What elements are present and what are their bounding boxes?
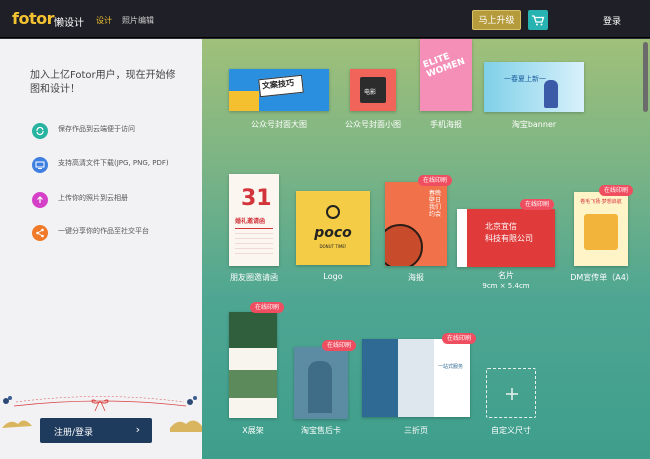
fotor-logo[interactable]: fotor [12, 9, 54, 28]
thumb-number: 31 [241, 186, 272, 211]
share-icon [32, 225, 48, 241]
login-link[interactable]: 登录 [603, 14, 621, 27]
template-thumb-taobao-banner[interactable]: 一春夏上新一 [484, 62, 584, 112]
feature-share: 一键分享你的作品至社交平台 [32, 223, 197, 243]
template-thumb-moments-invitation[interactable]: 31 婚礼邀请函 [229, 174, 279, 266]
thumb-title: 婚礼邀请函 [235, 218, 266, 225]
feature-hd-download: 支持高清文件下载(JPG, PNG, PDF) [32, 155, 197, 175]
template-thumb-dm-flyer[interactable]: 卷毛飞扬·梦想启航 [574, 192, 628, 266]
template-thumb-mobile-poster[interactable]: ELITE WOMEN [420, 39, 472, 111]
plus-icon [506, 388, 518, 400]
logo-subtitle: 懒设计 [54, 18, 84, 29]
feature-text: 保存作品到云端便于访问 [58, 125, 135, 133]
template-thumb-business-card[interactable]: 北京宜信 科技有限公司 [457, 209, 555, 267]
thumb-title: 一站式服务 [438, 364, 464, 370]
feature-text: 支持高清文件下载(JPG, PNG, PDF) [58, 159, 169, 167]
template-label[interactable]: 淘宝banner [484, 119, 584, 130]
template-label[interactable]: 手机海报 [420, 119, 472, 130]
feature-upload: 上传你的照片到云相册 [32, 190, 197, 210]
print-badge: 在线印刷 [442, 333, 477, 344]
template-label[interactable]: 名片 [457, 270, 555, 281]
template-thumb-wechat-cover-small[interactable]: 电影 [350, 69, 396, 111]
template-label[interactable]: 自定义尺寸 [478, 425, 544, 436]
thumb-title: 北京宜信 [485, 222, 517, 231]
template-thumb-x-banner[interactable] [229, 312, 277, 418]
thumb-subtitle: 科技有限公司 [485, 234, 533, 243]
scrollbar[interactable] [643, 42, 648, 112]
feature-cloud-save: 保存作品到云端便于访问 [32, 121, 197, 141]
signup-panel: 加入上亿Fotor用户，现在开始修图和设计！ 保存作品到云端便于访问 支持高清文… [0, 39, 202, 459]
template-label[interactable]: 公众号封面大图 [229, 119, 329, 130]
cloud-sync-icon [32, 123, 48, 139]
template-gallery: 文案技巧 公众号封面大图 电影 公众号封面小图 ELITE WOMEN 手机海报… [202, 39, 650, 459]
promo-text: 加入上亿Fotor用户，现在开始修图和设计！ [30, 70, 176, 95]
template-thumb-trifold[interactable]: 一站式服务 [362, 339, 470, 417]
custom-size-tile[interactable] [486, 368, 536, 418]
template-label[interactable]: X展架 [229, 425, 277, 436]
print-badge: 在线印刷 [250, 302, 285, 313]
cart-icon [532, 15, 545, 26]
feature-text: 上传你的照片到云相册 [58, 194, 128, 202]
thumb-figure [544, 80, 558, 108]
thumb-tagline: DONUT TIME! [319, 244, 347, 249]
thumb-title: 春晚壁日我们约会 [429, 190, 442, 218]
thumb-title: 电影 [364, 89, 377, 96]
template-thumb-taobao-after-sale-card[interactable] [294, 347, 348, 419]
register-login-label: 注册/登录 [54, 428, 94, 438]
chevron-right-icon: › [135, 423, 140, 436]
template-label[interactable]: 三折页 [362, 425, 470, 436]
template-label[interactable]: 朋友圈邀请函 [220, 272, 288, 283]
nav-design[interactable]: 设计 [96, 15, 112, 26]
upload-arrow-icon [32, 192, 48, 208]
print-badge: 在线印刷 [520, 199, 555, 210]
print-badge: 在线印刷 [322, 340, 357, 351]
thumb-wordmark: poco [314, 225, 352, 241]
template-label[interactable]: Logo [296, 272, 370, 281]
template-size-label: 9cm × 5.4cm [482, 282, 530, 290]
template-label[interactable]: DM宣传单（A4） [560, 272, 644, 283]
thumb-title: ELITE WOMEN [421, 51, 467, 80]
upgrade-button[interactable]: 马上升级 [472, 10, 521, 30]
template-label[interactable]: 淘宝售后卡 [288, 425, 354, 436]
donut-icon [326, 205, 340, 219]
basketball-icon [385, 224, 423, 266]
monitor-download-icon [32, 157, 48, 173]
template-thumb-wechat-cover-large[interactable]: 文案技巧 [229, 69, 329, 111]
template-thumb-poster[interactable]: 春晚壁日我们约会 [385, 182, 447, 266]
thumb-title: 一春夏上新一 [504, 75, 546, 83]
template-thumb-logo[interactable]: poco DONUT TIME! [296, 191, 370, 265]
template-label[interactable]: 海报 [385, 272, 447, 283]
cart-button[interactable] [528, 10, 548, 30]
register-login-button[interactable]: 注册/登录 › [40, 418, 152, 443]
print-badge: 在线印刷 [418, 175, 453, 186]
template-label[interactable]: 公众号封面小图 [338, 119, 408, 130]
feature-text: 一键分享你的作品至社交平台 [58, 227, 149, 235]
top-bar: fotor 懒设计 设计 照片编辑 马上升级 登录 [0, 0, 650, 38]
thumb-title: 卷毛飞扬·梦想启航 [580, 199, 622, 205]
nav-photo-edit[interactable]: 照片编辑 [122, 15, 154, 26]
print-badge: 在线印刷 [599, 185, 634, 196]
